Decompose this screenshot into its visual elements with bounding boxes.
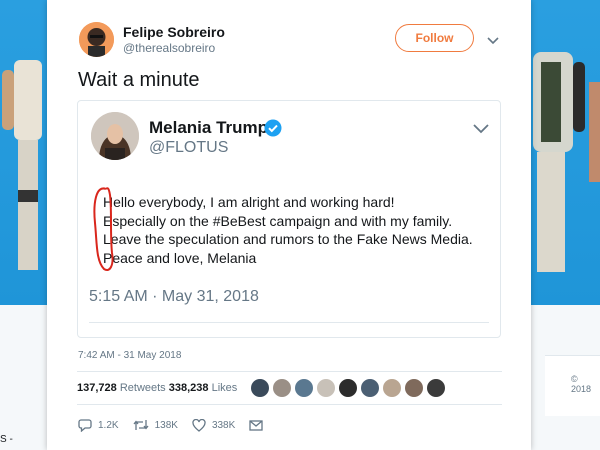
banner-figure-left bbox=[0, 40, 48, 285]
embedded-line: Especially on the #BeBest campaign and w… bbox=[103, 212, 453, 229]
liker-avatar[interactable] bbox=[361, 379, 379, 397]
tweet-actions: 1.2K 138K 338K bbox=[78, 418, 283, 432]
liker-avatar[interactable] bbox=[251, 379, 269, 397]
like-button[interactable]: 338K bbox=[192, 418, 236, 432]
like-count[interactable]: 338,238 bbox=[169, 382, 209, 394]
chevron-down-icon[interactable] bbox=[487, 32, 499, 50]
divider bbox=[77, 404, 502, 405]
embedded-tweet[interactable]: Melania Trump @FLOTUS Hello everybody, I… bbox=[77, 100, 501, 338]
retweet-action-count: 138K bbox=[154, 419, 178, 431]
liker-avatar[interactable] bbox=[339, 379, 357, 397]
follow-button[interactable]: Follow bbox=[395, 24, 474, 52]
embedded-author-handle[interactable]: @FLOTUS bbox=[149, 139, 228, 157]
reply-button[interactable]: 1.2K bbox=[78, 418, 119, 432]
heart-icon bbox=[192, 418, 206, 432]
reply-icon bbox=[78, 419, 92, 432]
embedded-divider bbox=[89, 322, 489, 323]
author-handle[interactable]: @therealsobreiro bbox=[123, 41, 215, 55]
mail-icon bbox=[249, 419, 263, 431]
retweet-count[interactable]: 137,728 bbox=[77, 382, 117, 394]
retweets-label[interactable]: Retweets bbox=[120, 382, 166, 394]
embedded-line: Leave the speculation and rumors to the … bbox=[103, 231, 473, 247]
background-text: S - bbox=[0, 434, 13, 445]
avatar[interactable] bbox=[79, 22, 114, 57]
likes-label[interactable]: Likes bbox=[212, 382, 238, 394]
retweet-icon bbox=[133, 420, 149, 430]
red-annotation-mark bbox=[93, 187, 114, 271]
divider bbox=[77, 371, 502, 372]
liker-avatar[interactable] bbox=[295, 379, 313, 397]
engagement-stats: 137,728 Retweets 338,238 Likes bbox=[77, 382, 237, 394]
verified-badge-icon bbox=[264, 119, 282, 142]
liker-avatar[interactable] bbox=[273, 379, 291, 397]
like-action-count: 338K bbox=[211, 419, 236, 431]
liker-avatar[interactable] bbox=[317, 379, 335, 397]
direct-message-button[interactable] bbox=[249, 419, 269, 431]
liker-avatar[interactable] bbox=[405, 379, 423, 397]
embedded-tweet-text: Hello everybody, I am alright and workin… bbox=[103, 193, 473, 267]
reply-count: 1.2K bbox=[98, 419, 119, 431]
banner-figure-right bbox=[531, 22, 600, 287]
author-name[interactable]: Felipe Sobreiro bbox=[123, 24, 225, 40]
liker-avatars bbox=[251, 379, 445, 397]
chevron-down-icon[interactable] bbox=[473, 121, 489, 139]
liker-avatar[interactable] bbox=[427, 379, 445, 397]
embedded-author-name[interactable]: Melania Trump bbox=[149, 118, 268, 138]
embedded-line: Peace and love, Melania bbox=[103, 249, 257, 266]
tweet-timestamp[interactable]: 7:42 AM - 31 May 2018 bbox=[78, 350, 181, 361]
liker-avatar[interactable] bbox=[383, 379, 401, 397]
retweet-button[interactable]: 138K bbox=[133, 418, 178, 432]
embedded-timestamp[interactable]: 5:15 AM · May 31, 2018 bbox=[89, 288, 259, 306]
tweet-text: Wait a minute bbox=[78, 69, 200, 91]
embedded-line: Hello everybody, I am alright and workin… bbox=[103, 194, 395, 210]
embedded-avatar[interactable] bbox=[91, 112, 139, 160]
footer-copyright: © 2018 bbox=[571, 374, 592, 394]
